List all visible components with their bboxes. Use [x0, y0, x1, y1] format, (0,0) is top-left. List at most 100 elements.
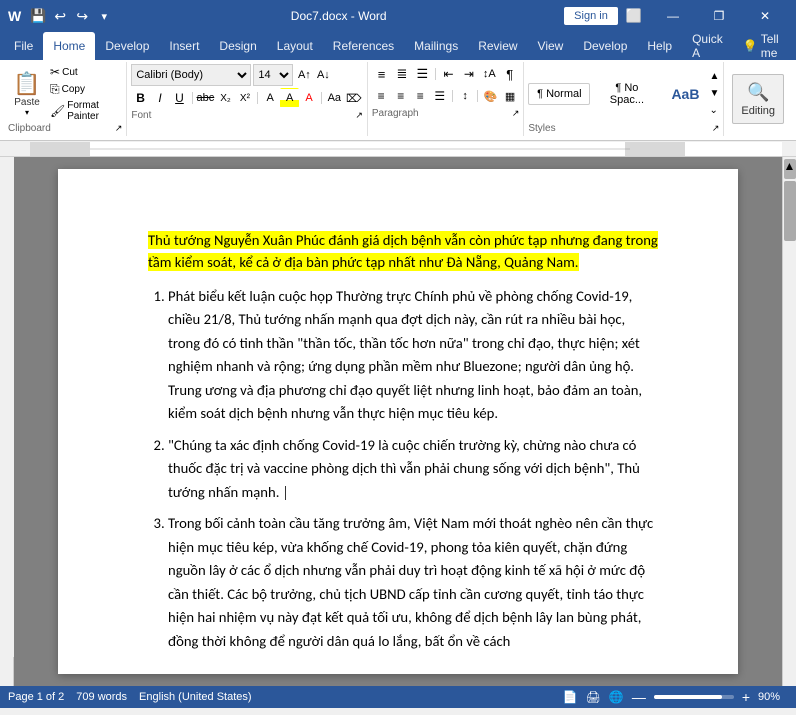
styles-expand-icon[interactable]: ⌄	[709, 105, 719, 116]
paste-button[interactable]: 📋 Paste ▾	[8, 64, 46, 123]
document-page[interactable]: Thủ tướng Nguyễn Xuân Phúc đánh giá dịch…	[58, 169, 738, 674]
font-group-footer: Font ↗	[131, 110, 363, 121]
tab-home[interactable]: Home	[43, 32, 95, 60]
styles-expand-dialog-icon[interactable]: ↗	[712, 123, 720, 134]
superscript-button[interactable]: X²	[236, 88, 254, 108]
web-layout-button[interactable]: 🌐	[609, 690, 624, 704]
editing-button[interactable]: 🔍 Editing	[732, 74, 784, 124]
styles-up-icon[interactable]: ▲	[709, 71, 719, 82]
zoom-in-button[interactable]: +	[742, 689, 750, 705]
redo-icon[interactable]: ↪	[73, 7, 91, 25]
line-spacing-button[interactable]: ↕	[456, 86, 475, 106]
styles-label: Styles	[528, 123, 555, 134]
paragraph-row1: ≡ ≣ ☰ ⇤ ⇥ ↕A ¶	[372, 64, 519, 84]
cut-button[interactable]: ✂ Cut	[48, 64, 122, 80]
word-icon: W	[8, 8, 21, 24]
copy-button[interactable]: ⎘ Copy	[48, 81, 122, 98]
increase-indent-button[interactable]: ⇥	[459, 64, 478, 84]
shading-button[interactable]: 🎨	[481, 86, 500, 106]
align-center-button[interactable]: ≡	[391, 86, 410, 106]
style-nospacing[interactable]: ¶ No Spac...	[592, 77, 661, 111]
styles-gallery: ¶ Normal ¶ No Spac... AaB ▲ ▼ ⌄	[528, 64, 719, 123]
paragraph-expand-icon[interactable]: ↗	[512, 108, 520, 119]
tab-develop2[interactable]: Develop	[573, 32, 637, 60]
ribbon-tabs: File Home Develop Insert Design Layout R…	[0, 32, 796, 60]
scrollbar-thumb[interactable]	[784, 181, 796, 241]
zoom-out-button[interactable]: —	[632, 689, 646, 705]
clear-formatting-button[interactable]: ⌦	[345, 88, 363, 108]
editing-group: 🔍 Editing	[724, 62, 792, 136]
tab-file[interactable]: File	[4, 32, 43, 60]
paste-label: Paste	[14, 97, 40, 108]
format-painter-button[interactable]: 🖌 Format Painter	[48, 99, 122, 123]
customize-icon[interactable]: ▾	[95, 7, 113, 25]
font-size-select[interactable]: 14	[253, 64, 293, 86]
style-heading1[interactable]: AaB	[663, 81, 707, 107]
underline-button[interactable]: U	[170, 88, 188, 108]
bold-button[interactable]: B	[131, 88, 149, 108]
sort-button[interactable]: ↕A	[480, 64, 499, 84]
decrease-font-button[interactable]: A↓	[314, 65, 332, 85]
status-bar-left: Page 1 of 2 709 words English (United St…	[8, 691, 252, 703]
format-painter-icon: 🖌	[50, 104, 65, 118]
highlight-color-button[interactable]: A	[280, 88, 298, 108]
change-case-button[interactable]: Aa	[325, 88, 343, 108]
clipboard-expand-icon[interactable]: ↗	[115, 123, 123, 134]
bullets-button[interactable]: ≡	[372, 64, 391, 84]
scrollbar-up-arrow[interactable]: ▲	[784, 159, 796, 179]
show-formatting-button[interactable]: ¶	[500, 64, 519, 84]
increase-font-button[interactable]: A↑	[295, 65, 313, 85]
print-layout-button[interactable]: 🖨	[586, 690, 601, 704]
styles-scroll-buttons[interactable]: ▲ ▼ ⌄	[709, 69, 719, 119]
text-effects-button[interactable]: A	[261, 88, 279, 108]
tab-insert[interactable]: Insert	[159, 32, 209, 60]
multilevel-button[interactable]: ☰	[413, 64, 432, 84]
language-indicator[interactable]: English (United States)	[139, 691, 252, 703]
minimize-button[interactable]: —	[650, 0, 696, 32]
font-expand-icon[interactable]: ↗	[355, 110, 363, 121]
decrease-indent-button[interactable]: ⇤	[439, 64, 458, 84]
style-normal[interactable]: ¶ Normal	[528, 83, 590, 105]
tab-layout[interactable]: Layout	[267, 32, 323, 60]
strikethrough-button[interactable]: abc	[196, 88, 216, 108]
maximize-button[interactable]: ❐	[696, 0, 742, 32]
tab-tellme[interactable]: 💡Tell me	[733, 32, 789, 60]
tab-review[interactable]: Review	[468, 32, 527, 60]
paste-icon: 📋	[13, 71, 40, 97]
save-icon[interactable]: 💾	[29, 7, 47, 25]
italic-button[interactable]: I	[151, 88, 169, 108]
ruler-container	[0, 141, 796, 157]
paragraph-label: Paragraph	[372, 108, 419, 119]
borders-button[interactable]: ▦	[501, 86, 520, 106]
undo-icon[interactable]: ↩	[51, 7, 69, 25]
document-container[interactable]: Thủ tướng Nguyễn Xuân Phúc đánh giá dịch…	[0, 157, 796, 686]
paste-dropdown-icon[interactable]: ▾	[25, 108, 29, 117]
tab-view[interactable]: View	[528, 32, 574, 60]
tab-share[interactable]: 👤Share	[789, 32, 796, 60]
font-name-select[interactable]: Calibri (Body)	[131, 64, 251, 86]
tab-develop[interactable]: Develop	[95, 32, 159, 60]
zoom-slider[interactable]	[654, 695, 734, 699]
text-cursor	[285, 486, 286, 500]
justify-button[interactable]: ☰	[431, 86, 450, 106]
tab-mailings[interactable]: Mailings	[404, 32, 468, 60]
tab-quickaccess[interactable]: Quick A	[682, 32, 733, 60]
read-mode-button[interactable]: 📄	[563, 690, 578, 704]
align-left-button[interactable]: ≡	[372, 86, 391, 106]
numbering-button[interactable]: ≣	[392, 64, 411, 84]
tab-references[interactable]: References	[323, 32, 404, 60]
tab-help[interactable]: Help	[637, 32, 682, 60]
align-right-button[interactable]: ≡	[411, 86, 430, 106]
close-button[interactable]: ✕	[742, 0, 788, 32]
vertical-scrollbar[interactable]: ▲	[782, 157, 796, 686]
signin-button[interactable]: Sign in	[564, 7, 618, 25]
tab-design[interactable]: Design	[209, 32, 266, 60]
ribbon: File Home Develop Insert Design Layout R…	[0, 32, 796, 141]
zoom-percent[interactable]: 90%	[758, 691, 788, 703]
styles-down-icon[interactable]: ▼	[709, 88, 719, 99]
font-color-button[interactable]: A	[300, 88, 318, 108]
restore-window-icon[interactable]: ⬜	[626, 8, 642, 24]
styles-group-footer: Styles ↗	[528, 123, 719, 134]
word-count: 709 words	[76, 691, 127, 703]
subscript-button[interactable]: X₂	[216, 88, 234, 108]
